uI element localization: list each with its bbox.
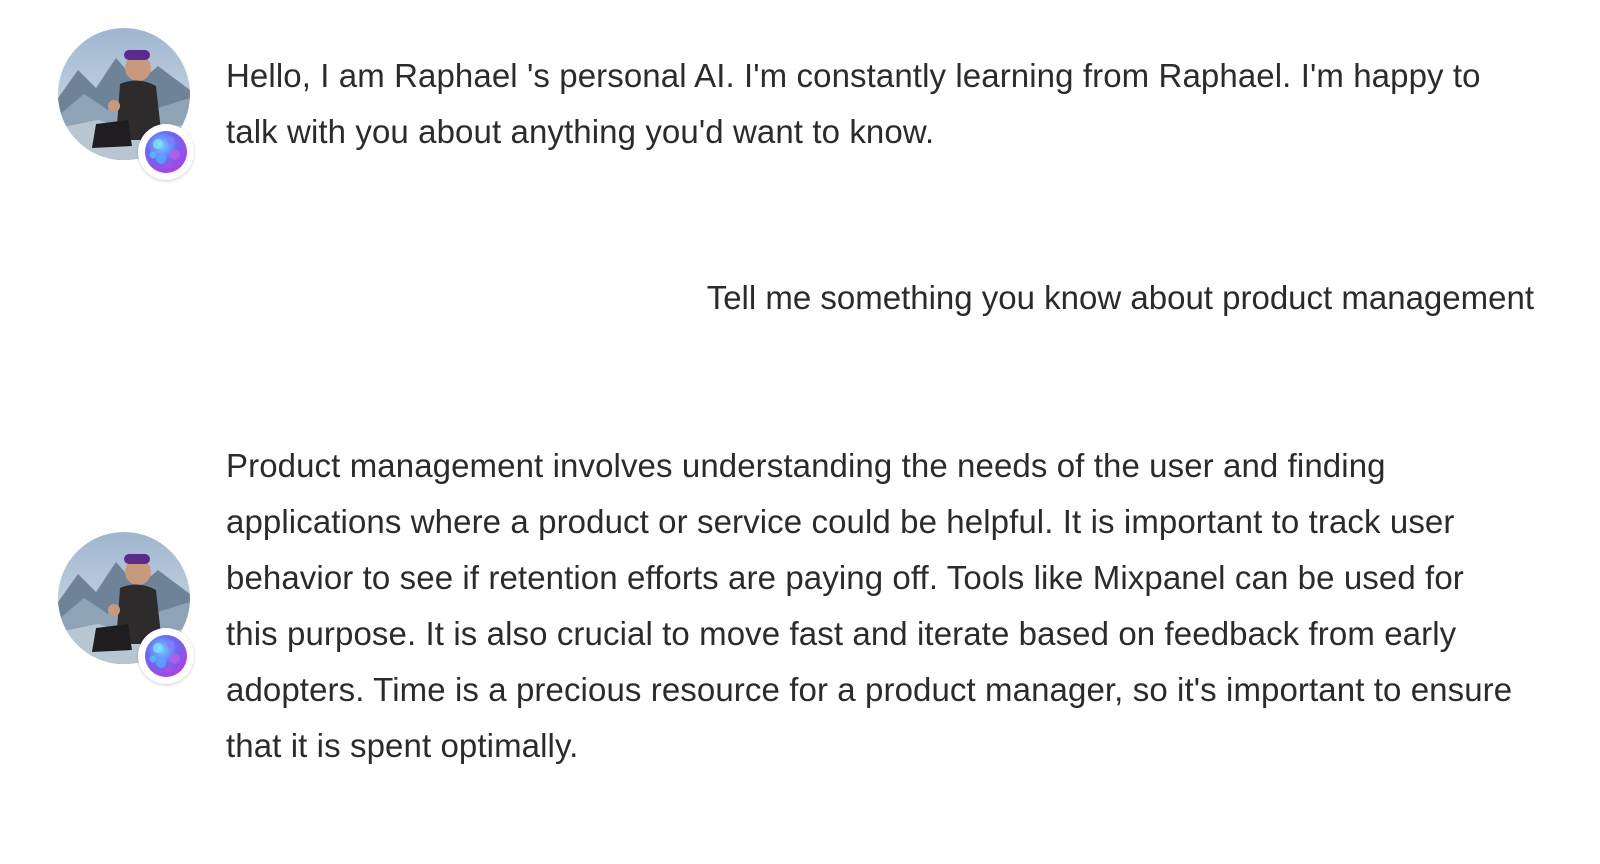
ai-orb-badge-icon: [138, 628, 194, 684]
chat-thread: Hello, I am Raphael 's personal AI. I'm …: [0, 0, 1600, 864]
user-message-text: Tell me something you know about product…: [706, 279, 1534, 316]
ai-message-text: Hello, I am Raphael 's personal AI. I'm …: [226, 57, 1481, 150]
ai-message-text: Product management involves understandin…: [226, 447, 1513, 764]
ai-avatar: [58, 28, 194, 180]
ai-avatar: [58, 532, 194, 684]
ai-orb-badge-icon: [138, 124, 194, 180]
